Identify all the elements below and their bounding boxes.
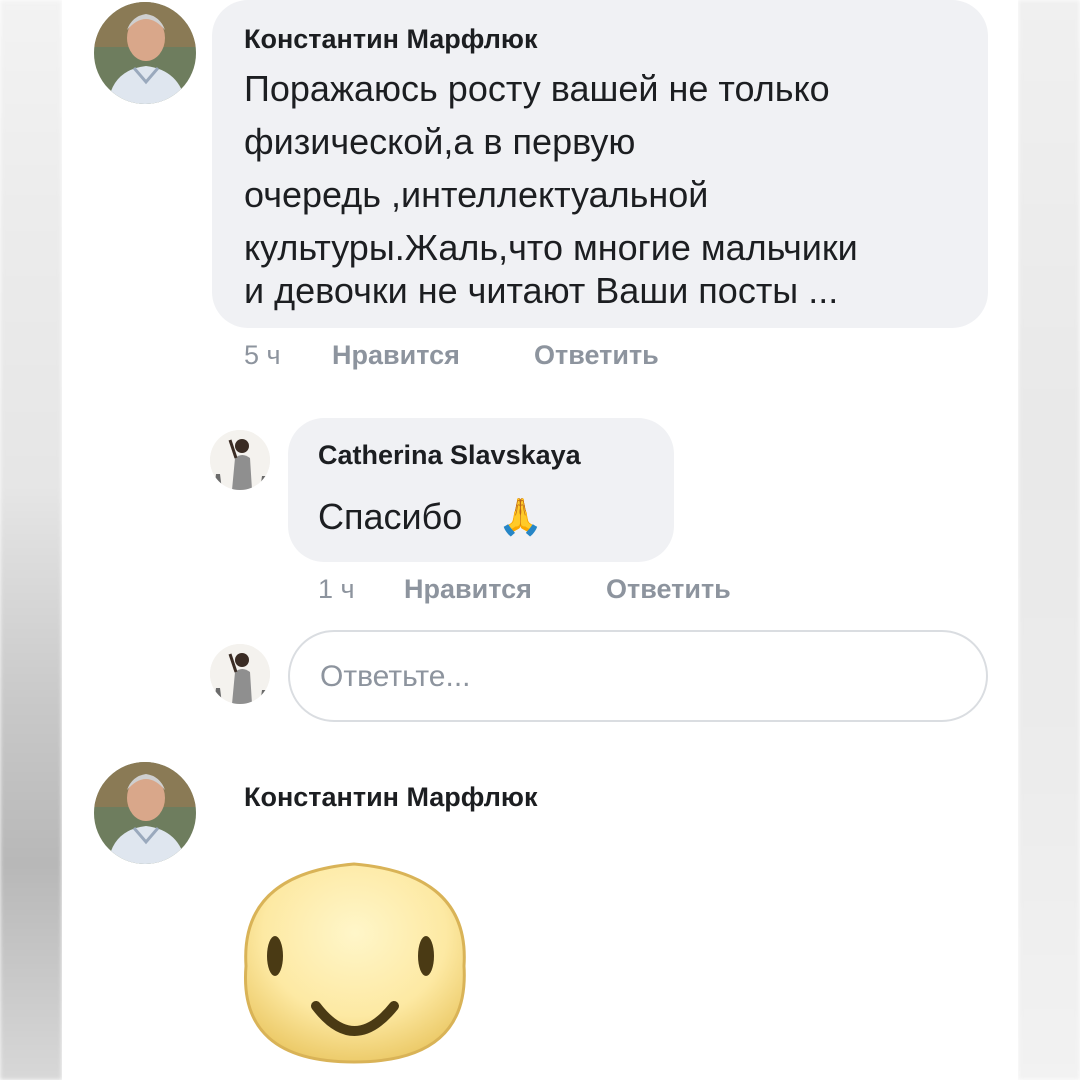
blurred-left-margin — [0, 0, 62, 1080]
reply-timestamp[interactable]: 1 ч — [318, 574, 355, 605]
smile-sticker-icon — [226, 856, 482, 1068]
reply-input-placeholder: Ответьте... — [320, 660, 471, 693]
comment-author-name[interactable]: Константин Марфлюк — [244, 24, 537, 55]
reply-like-button[interactable]: Нравится — [404, 574, 532, 605]
reply-text: Спасибо — [318, 496, 463, 537]
like-button[interactable]: Нравится — [332, 340, 460, 371]
comment-timestamp[interactable]: 5 ч — [244, 340, 281, 371]
author-avatar[interactable] — [94, 2, 196, 104]
comment-text-line: очередь ,интеллектуальной — [244, 174, 709, 215]
second-comment-author-avatar[interactable] — [94, 762, 196, 864]
comment-text-line: физической,а в первую — [244, 121, 636, 162]
reply-button[interactable]: Ответить — [534, 340, 659, 371]
reply-author-name[interactable]: Catherina Slavskaya — [318, 440, 581, 471]
reply-author-avatar[interactable] — [210, 430, 270, 490]
comments-thread: Константин Марфлюк Поражаюсь росту вашей… — [62, 0, 1018, 1080]
blurred-right-margin — [1018, 0, 1080, 1080]
comment-text-line: и девочки не читают Ваши посты ... — [244, 270, 839, 311]
reply-reply-button[interactable]: Ответить — [606, 574, 731, 605]
praying-hands-icon: 🙏 — [498, 496, 543, 537]
comment-text-line: Поражаюсь росту вашей не только — [244, 68, 830, 109]
current-user-avatar — [210, 644, 270, 704]
second-comment-author-name[interactable]: Константин Марфлюк — [244, 782, 537, 813]
